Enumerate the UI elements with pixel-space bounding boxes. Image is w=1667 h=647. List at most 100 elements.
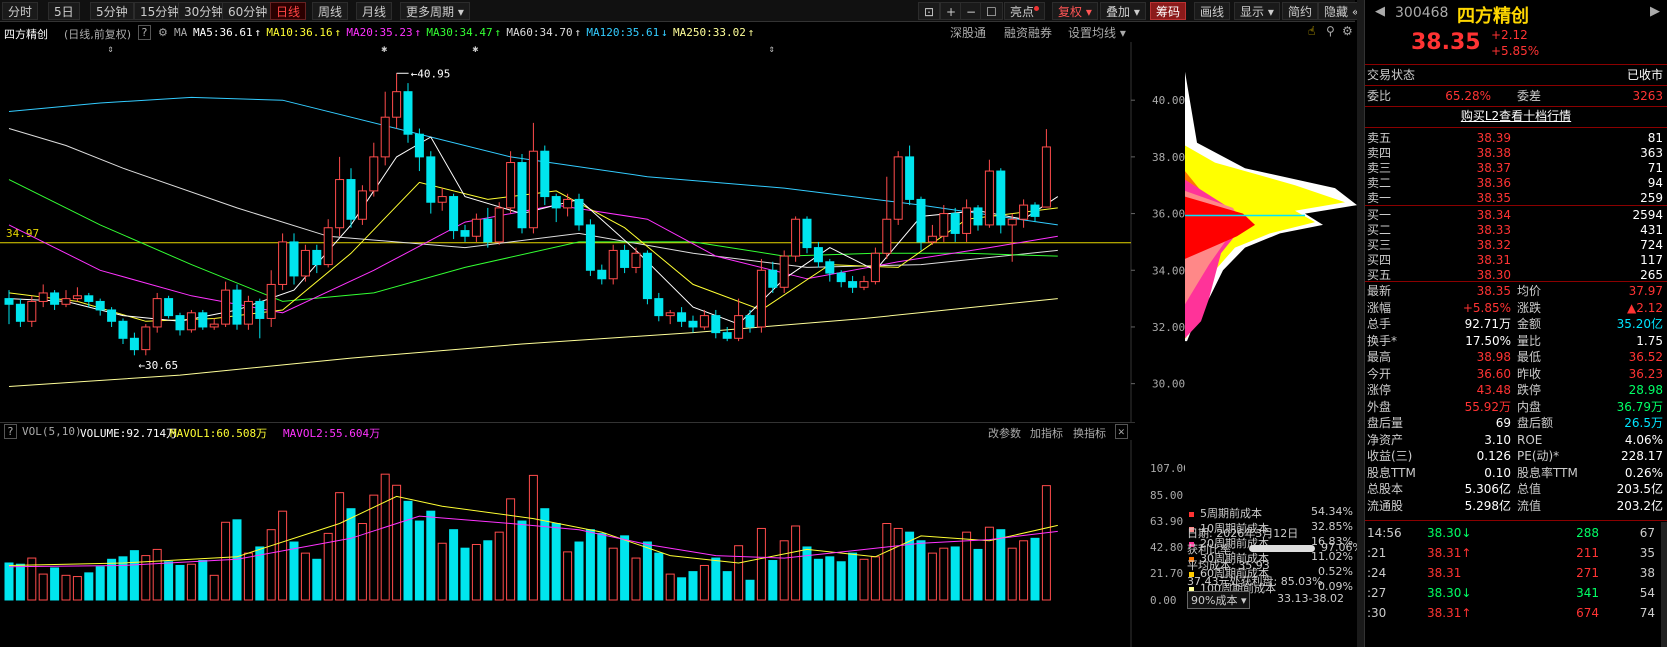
zoom-out-icon[interactable]: − (960, 2, 983, 20)
volume-value: VOLUME:92.714万 (80, 427, 178, 440)
candle-body (870, 252, 880, 283)
volume-bar (768, 560, 778, 601)
candle-body (209, 323, 219, 328)
chips-button[interactable]: 筹码 (1150, 2, 1187, 20)
candle-body (72, 295, 82, 300)
period-tab-5day[interactable]: 5日 (48, 2, 80, 20)
stat-row: 涨停 43.48 跌停 28.98 (1367, 382, 1665, 398)
candle-body (152, 298, 162, 328)
candle-body (768, 269, 778, 288)
tick-row: :27 38.30↓ 341 54 (1367, 585, 1665, 601)
profit-ratio-bar (1249, 545, 1315, 552)
ask-row-cell: 卖三 (1367, 161, 1392, 175)
stat-row-cell: 36.79万 (1616, 399, 1663, 414)
zoom-in-icon[interactable]: + (940, 2, 963, 20)
overlay-dropdown[interactable]: 叠加 ▾ (1100, 2, 1146, 20)
volume-bar (129, 550, 139, 601)
ma-settings-label: 设置均线 (1068, 26, 1117, 40)
period-tab-intraday[interactable]: 分时 (2, 2, 39, 20)
add-indicator-link[interactable]: 加指标 (1030, 425, 1063, 441)
chevron-down-icon: ▾ (1085, 5, 1092, 19)
hk-connect-link[interactable]: 深股通 (950, 24, 986, 41)
stat-row-cell: 流通股 (1367, 498, 1404, 513)
period-tab-weekly[interactable]: 周线 (312, 2, 349, 20)
volume-bar (61, 574, 71, 601)
volume-tick-label: 0.00 (1150, 594, 1177, 607)
candle-body (654, 298, 664, 317)
panel-splitter[interactable] (1357, 0, 1364, 647)
ma-arrow-icon: ↑ (494, 26, 502, 39)
volume-bar (300, 552, 310, 601)
prev-stock-icon[interactable]: ◀ (1375, 4, 1385, 19)
volume-bar (175, 564, 185, 601)
gear-icon[interactable]: ⚙ (1342, 24, 1353, 38)
search-chip-icon[interactable]: ⚲ (1326, 24, 1335, 38)
bid-row-cell: 38.32 (1476, 238, 1511, 252)
more-periods-label: 更多周期 (406, 5, 455, 19)
simple-button[interactable]: 简约 (1282, 2, 1319, 20)
volume-bar (870, 556, 880, 601)
candle-body (848, 281, 858, 288)
volume-bar (1041, 485, 1051, 601)
display-label: 显示 (1240, 5, 1265, 19)
stat-row-cell: 最高 (1367, 350, 1392, 364)
more-periods-dropdown[interactable]: 更多周期 ▾ (400, 2, 470, 20)
settings-gear-icon[interactable]: ⚙ (158, 26, 168, 39)
trade-status-row: 交易状态 已收市 (1367, 67, 1665, 83)
switch-indicator-link[interactable]: 换指标 (1073, 425, 1106, 441)
candle-body (540, 150, 550, 198)
margin-trading-link[interactable]: 融资融券 (1004, 24, 1052, 41)
stat-row-cell: ROE (1517, 432, 1543, 447)
help-icon[interactable]: ? (138, 25, 151, 40)
close-icon[interactable]: ✕ (1115, 424, 1128, 439)
candle-body (84, 295, 94, 302)
cost-select[interactable]: 90%成本 ▾ (1187, 591, 1251, 609)
candle-body (107, 309, 117, 322)
pointer-icon[interactable]: ☝ (1308, 24, 1315, 38)
bid-row-cell: 265 (1640, 268, 1663, 282)
period-tab-daily[interactable]: 日线 (270, 2, 307, 20)
legend-label: 5周期前成本 (1200, 507, 1262, 520)
lock-icon[interactable]: ⊡ (918, 2, 941, 20)
period-tab-60min[interactable]: 60分钟 (222, 2, 274, 20)
volume-chart[interactable]: 107.00 85.00 63.90 42.80 21.70 0.00 (0, 440, 1185, 647)
volume-bar (722, 571, 732, 601)
ask-row: 卖五 38.39 81 (1367, 130, 1665, 146)
volume-bar (585, 529, 595, 601)
candle-body (392, 91, 402, 118)
candle-body (551, 196, 561, 209)
tick-cell: :24 (1367, 566, 1387, 580)
candle-body (221, 289, 231, 325)
draw-line-button[interactable]: 画线 (1194, 2, 1231, 20)
ask-row-cell: 94 (1647, 176, 1663, 190)
low-marker-label: ←30.65 (138, 359, 178, 372)
help-icon[interactable]: ? (4, 424, 17, 439)
period-tab-5min[interactable]: 5分钟 (90, 2, 134, 20)
bid-row-cell: 买一 (1367, 208, 1392, 222)
candle-body (437, 196, 447, 203)
volume-bar (380, 473, 390, 601)
ma-value-0: MA5:36.61 (193, 26, 253, 39)
ma-arrow-icon: ↑ (334, 26, 342, 39)
overlay-label: 叠加 (1106, 5, 1131, 19)
period-toolbar: 分时 5日 5分钟 15分钟 30分钟 60分钟 日线 周线 月线 更多周期 ▾… (0, 0, 1366, 22)
chip-legend-item: 5周期前成本 54.34% (1185, 505, 1357, 520)
candle-body (414, 133, 424, 158)
crosshair-icon[interactable]: ☐ (980, 2, 1003, 20)
display-dropdown[interactable]: 显示 ▾ (1234, 2, 1280, 20)
period-tab-monthly[interactable]: 月线 (356, 2, 393, 20)
highlight-button[interactable]: 亮点 (1004, 2, 1046, 20)
price-chart[interactable]: 40.0038.0036.0034.0032.0030.0034.97←40.9… (0, 42, 1185, 422)
quote-panel: ◀ 300468 四方精创 ▶ 38.35 +2.12 +5.85% 交易状态 已… (1364, 0, 1667, 647)
ma-settings-link[interactable]: 设置均线 ▾ (1068, 24, 1126, 41)
candle-body (517, 162, 527, 229)
legend-value: 54.34% (1311, 505, 1353, 518)
l2-buy-link[interactable]: 购买L2查看十档行情 (1367, 108, 1665, 124)
tick-cell: 38 (1639, 566, 1655, 580)
tick-cell: 38.31↑ (1427, 606, 1472, 620)
adjust-dropdown[interactable]: 复权 ▾ (1052, 2, 1098, 20)
next-stock-icon[interactable]: ▶ (1650, 4, 1660, 19)
volume-tick-label: 42.80 (1150, 541, 1183, 554)
edit-params-link[interactable]: 改参数 (988, 425, 1021, 441)
order-diff-label: 委差 (1517, 89, 1542, 103)
